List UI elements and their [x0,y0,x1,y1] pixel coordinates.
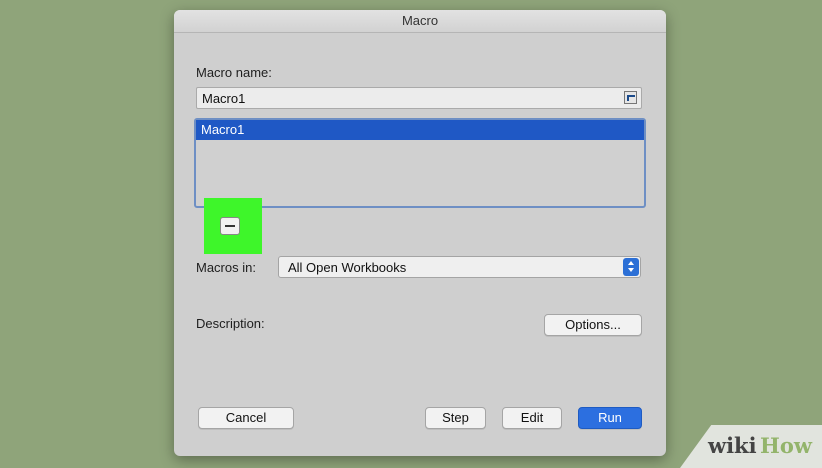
edit-button[interactable]: Edit [502,407,562,429]
macro-list[interactable]: Macro1 [194,118,646,208]
macros-in-select[interactable]: All Open Workbooks [278,256,641,278]
watermark-how: How [760,433,812,458]
remove-macro-icon[interactable] [220,217,240,235]
description-label: Description: [196,316,265,331]
macros-in-label: Macros in: [196,260,256,275]
macro-list-item-selected[interactable]: Macro1 [196,120,644,140]
macro-dialog: Macro Macro name: Macro1 Macro1 Macros i… [174,10,666,456]
collapse-dialog-icon[interactable] [624,91,637,104]
step-button[interactable]: Step [425,407,486,429]
watermark-wiki: wiki [708,433,757,458]
dialog-title: Macro [174,10,666,33]
options-button[interactable]: Options... [544,314,642,336]
wikihow-watermark: wiki How [680,425,822,468]
macros-in-value: All Open Workbooks [288,260,407,275]
macro-name-value: Macro1 [202,91,246,106]
run-button[interactable]: Run [578,407,642,429]
remove-button-highlight [204,198,262,254]
dropdown-stepper-icon[interactable] [623,258,639,276]
cancel-button[interactable]: Cancel [198,407,294,429]
macro-name-label: Macro name: [196,65,272,80]
macro-name-field[interactable]: Macro1 [196,87,642,109]
